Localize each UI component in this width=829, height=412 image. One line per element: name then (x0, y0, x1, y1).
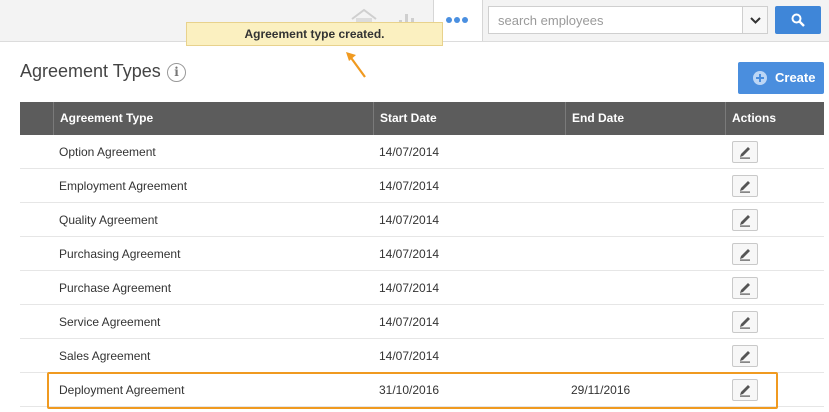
page-title: Agreement Types (20, 61, 161, 81)
table-row: Option Agreement 14/07/2014 (20, 135, 824, 169)
chevron-down-icon (750, 17, 761, 24)
pencil-icon (740, 317, 750, 329)
success-toast: Agreement type created. (186, 22, 443, 46)
column-header-end-date[interactable]: End Date (565, 102, 725, 135)
table-row: Deployment Agreement 31/10/2016 29/11/2016 (20, 373, 824, 407)
edit-button[interactable] (732, 379, 758, 401)
agreement-type-cell: Option Agreement (59, 145, 156, 159)
search-dropdown-button[interactable] (742, 7, 767, 33)
end-date-cell: 29/11/2016 (571, 383, 631, 397)
start-date-cell: 14/07/2014 (379, 179, 440, 193)
header-blank-cell (20, 102, 53, 135)
create-button-label: Create (775, 70, 816, 85)
pencil-icon (740, 147, 750, 159)
pencil-icon (740, 181, 750, 193)
plus-circle-icon (753, 71, 767, 85)
search-icon (791, 13, 805, 27)
start-date-cell: 31/10/2016 (379, 383, 440, 397)
column-header-start-date[interactable]: Start Date (373, 102, 566, 135)
start-date-cell: 14/07/2014 (379, 349, 440, 363)
start-date-cell: 14/07/2014 (379, 145, 440, 159)
pencil-icon (740, 215, 750, 227)
agreement-type-cell: Employment Agreement (59, 179, 188, 193)
search-input[interactable] (489, 7, 742, 33)
start-date-cell: 14/07/2014 (379, 213, 440, 227)
edit-button[interactable] (732, 277, 758, 299)
agreement-type-cell: Deployment Agreement (59, 383, 185, 397)
edit-button[interactable] (732, 141, 758, 163)
divider (482, 0, 483, 41)
pencil-icon (740, 351, 750, 363)
agreement-type-cell: Purchase Agreement (59, 281, 172, 295)
table-row: Purchasing Agreement 14/07/2014 (20, 237, 824, 271)
info-icon[interactable]: i (167, 63, 186, 82)
table-row: Sales Agreement 14/07/2014 (20, 339, 824, 373)
agreement-type-cell: Service Agreement (59, 315, 161, 329)
start-date-cell: 14/07/2014 (379, 315, 440, 329)
search-button[interactable] (775, 6, 821, 34)
table-header: Agreement Type Start Date End Date Actio… (20, 102, 824, 135)
arrow-icon (346, 52, 366, 78)
table-row: Employment Agreement 14/07/2014 (20, 169, 824, 203)
pencil-icon (740, 385, 750, 397)
edit-button[interactable] (732, 243, 758, 265)
edit-button[interactable] (732, 311, 758, 333)
edit-button[interactable] (732, 345, 758, 367)
create-button[interactable]: Create (738, 62, 824, 94)
agreement-type-cell: Purchasing Agreement (59, 247, 181, 261)
table-row: Quality Agreement 14/07/2014 (20, 203, 824, 237)
edit-button[interactable] (732, 209, 758, 231)
edit-button[interactable] (732, 175, 758, 197)
column-header-agreement-type[interactable]: Agreement Type (53, 102, 374, 135)
table-row: Service Agreement 14/07/2014 (20, 305, 824, 339)
agreement-types-table: Agreement Type Start Date End Date Actio… (20, 102, 824, 407)
table-row: Purchase Agreement 14/07/2014 (20, 271, 824, 305)
column-header-actions: Actions (725, 102, 824, 135)
start-date-cell: 14/07/2014 (379, 247, 440, 261)
table-body: Option Agreement 14/07/2014 Employment Agr… (20, 135, 824, 407)
agreement-type-cell: Sales Agreement (59, 349, 151, 363)
search-box (488, 6, 768, 34)
start-date-cell: 14/07/2014 (379, 281, 440, 295)
pencil-icon (740, 283, 750, 295)
pencil-icon (740, 249, 750, 261)
agreement-type-cell: Quality Agreement (59, 213, 158, 227)
